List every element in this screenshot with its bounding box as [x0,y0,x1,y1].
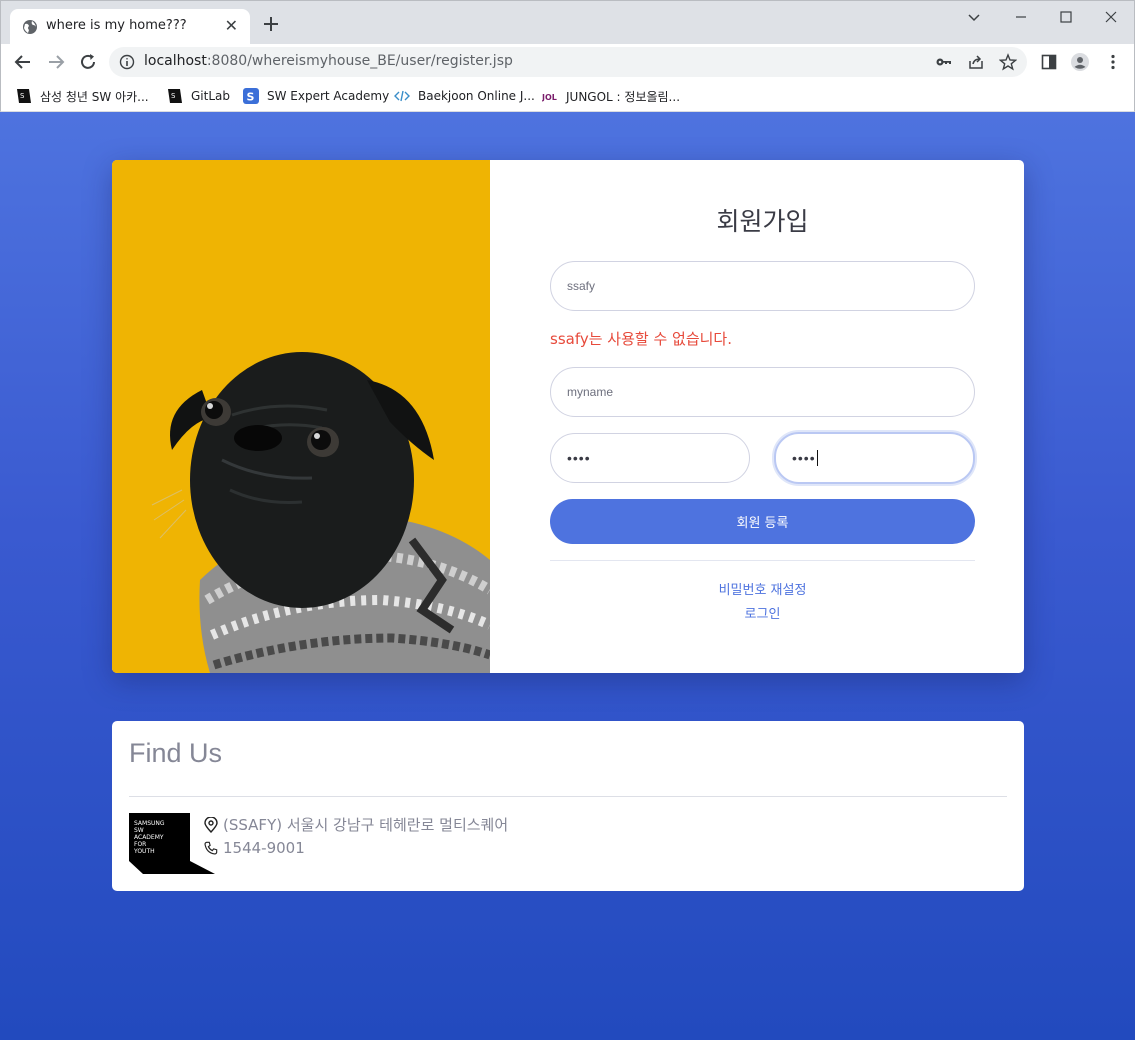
samsung-sw-academy-logo: SAMSUNG SW ACADEMY FOR YOUTH [129,813,215,874]
key-icon[interactable] [935,53,953,71]
tab-title: where is my home??? [46,18,187,33]
pug-image [112,160,490,673]
bookmark-gitlab[interactable]: S GitLab [167,85,230,107]
reload-icon[interactable] [78,52,98,72]
new-tab-icon[interactable] [261,14,281,34]
jungol-favicon-icon: JOL [542,93,557,102]
svg-text:S: S [20,92,25,100]
swea-favicon-icon: S [243,88,259,104]
bookmarks-bar: S 삼성 청년 SW 아카... S GitLab S SW Expert Ac… [0,80,1135,112]
browser-tab-strip: where is my home??? ✕ [0,0,1135,45]
map-pin-icon [204,816,218,833]
svg-text:JOL: JOL [542,93,557,102]
svg-text:ACADEMY: ACADEMY [134,834,164,841]
side-panel-icon[interactable] [1039,52,1059,72]
window-close-icon[interactable] [1101,7,1121,27]
find-us-divider [129,796,1007,797]
address-row: (SSAFY) 서울시 강남구 테헤란로 멀티스퀘어 [204,814,508,835]
page-background: 회원가입 ssafy ssafy는 사용할 수 없습니다. myname •••… [0,112,1135,1040]
user-id-input[interactable]: ssafy [550,261,975,311]
profile-avatar-icon[interactable] [1070,52,1090,72]
globe-icon [23,20,37,34]
phone-text[interactable]: 1544-9001 [223,839,305,857]
share-icon[interactable] [967,53,985,71]
register-submit-button[interactable]: 회원 등록 [550,499,975,544]
user-name-input[interactable]: myname [550,367,975,417]
address-bar[interactable]: localhost:8080/whereismyhouse_BE/user/re… [109,47,1027,77]
reset-password-link[interactable]: 비밀번호 재설정 [550,579,975,598]
find-us-card: Find Us SAMSUNG SW ACADEMY FOR YOUTH (SS… [112,721,1024,891]
minimize-icon[interactable] [1011,7,1031,27]
register-title: 회원가입 [716,207,809,236]
url-text: localhost:8080/whereismyhouse_BE/user/re… [144,53,513,69]
bookmark-star-icon[interactable] [999,53,1017,71]
site-info-icon[interactable] [119,54,135,70]
forward-arrow-icon[interactable] [46,52,66,72]
bookmark-sw-expert-academy[interactable]: S SW Expert Academy [243,85,389,107]
login-link[interactable]: 로그인 [550,603,975,622]
code-brackets-icon [394,90,410,102]
bookmark-jungol[interactable]: JOL JUNGOL : 정보올림... [542,85,680,107]
tab-close-icon[interactable]: ✕ [225,18,238,34]
id-error-message: ssafy는 사용할 수 없습니다. [550,330,732,348]
svg-text:S: S [247,91,255,104]
ssafy-favicon-icon: S [168,89,182,103]
browser-tab[interactable]: where is my home??? ✕ [10,9,250,45]
password-input[interactable]: •••• [550,433,750,483]
form-divider [550,560,975,561]
maximize-icon[interactable] [1056,7,1076,27]
ssafy-favicon-icon: S [17,89,31,103]
register-card: 회원가입 ssafy ssafy는 사용할 수 없습니다. myname •••… [112,160,1024,673]
svg-text:SAMSUNG: SAMSUNG [134,820,165,827]
bookmark-ssafy[interactable]: S 삼성 청년 SW 아카... [16,85,149,107]
find-us-title: Find Us [129,738,223,768]
text-caret [816,450,818,466]
svg-text:S: S [171,92,176,100]
bookmark-baekjoon[interactable]: Baekjoon Online J... [394,85,535,107]
menu-kebab-icon[interactable] [1103,52,1123,72]
tab-search-icon[interactable] [964,7,984,27]
svg-text:FOR: FOR [134,841,146,848]
svg-text:SW: SW [134,827,144,834]
phone-icon [204,841,218,855]
password-confirm-input[interactable]: •••• [774,432,975,484]
browser-toolbar: localhost:8080/whereismyhouse_BE/user/re… [0,44,1135,80]
phone-row: 1544-9001 [204,839,305,857]
pug-illustration [112,160,490,673]
svg-text:YOUTH: YOUTH [133,848,155,855]
address-text: (SSAFY) 서울시 강남구 테헤란로 멀티스퀘어 [223,816,509,834]
back-arrow-icon[interactable] [13,52,33,72]
